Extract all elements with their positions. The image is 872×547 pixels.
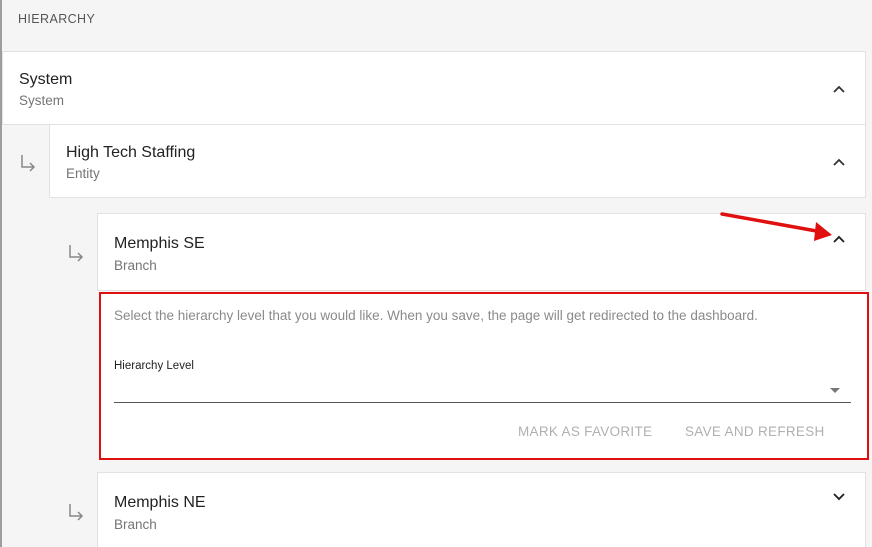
hierarchy-level-select[interactable] <box>114 374 851 403</box>
subdirectory-arrow-icon <box>67 244 85 262</box>
select-underline <box>114 402 851 403</box>
chevron-down-icon[interactable] <box>832 490 846 504</box>
hierarchy-card-branch-memphis-ne[interactable]: Memphis NE Branch <box>97 472 866 547</box>
dropdown-arrow-icon[interactable] <box>829 382 841 393</box>
card-title: System <box>19 71 73 88</box>
card-subtitle: Branch <box>114 258 157 273</box>
chevron-up-icon[interactable] <box>832 155 846 169</box>
hierarchy-level-label: Hierarchy Level <box>114 360 194 372</box>
mark-as-favorite-button[interactable]: MARK AS FAVORITE <box>518 424 652 439</box>
hierarchy-card-entity[interactable]: High Tech Staffing Entity <box>49 124 866 198</box>
hierarchy-card-system[interactable]: System System <box>2 51 866 125</box>
annotation-arrow-icon <box>720 212 832 241</box>
chevron-up-icon[interactable] <box>832 82 846 96</box>
card-subtitle: System <box>19 93 65 108</box>
card-subtitle: Branch <box>114 517 157 532</box>
page-header: HIERARCHY <box>18 12 96 26</box>
card-title: High Tech Staffing <box>66 144 196 161</box>
card-subtitle: Entity <box>66 166 100 181</box>
card-title: Memphis SE <box>114 235 205 252</box>
card-title: Memphis NE <box>114 494 206 511</box>
subdirectory-arrow-icon <box>67 503 85 521</box>
hierarchy-level-panel: Select the hierarchy level that you woul… <box>99 292 869 460</box>
subdirectory-arrow-icon <box>19 154 37 172</box>
panel-description: Select the hierarchy level that you woul… <box>114 308 758 323</box>
save-and-refresh-button[interactable]: SAVE AND REFRESH <box>685 424 825 439</box>
